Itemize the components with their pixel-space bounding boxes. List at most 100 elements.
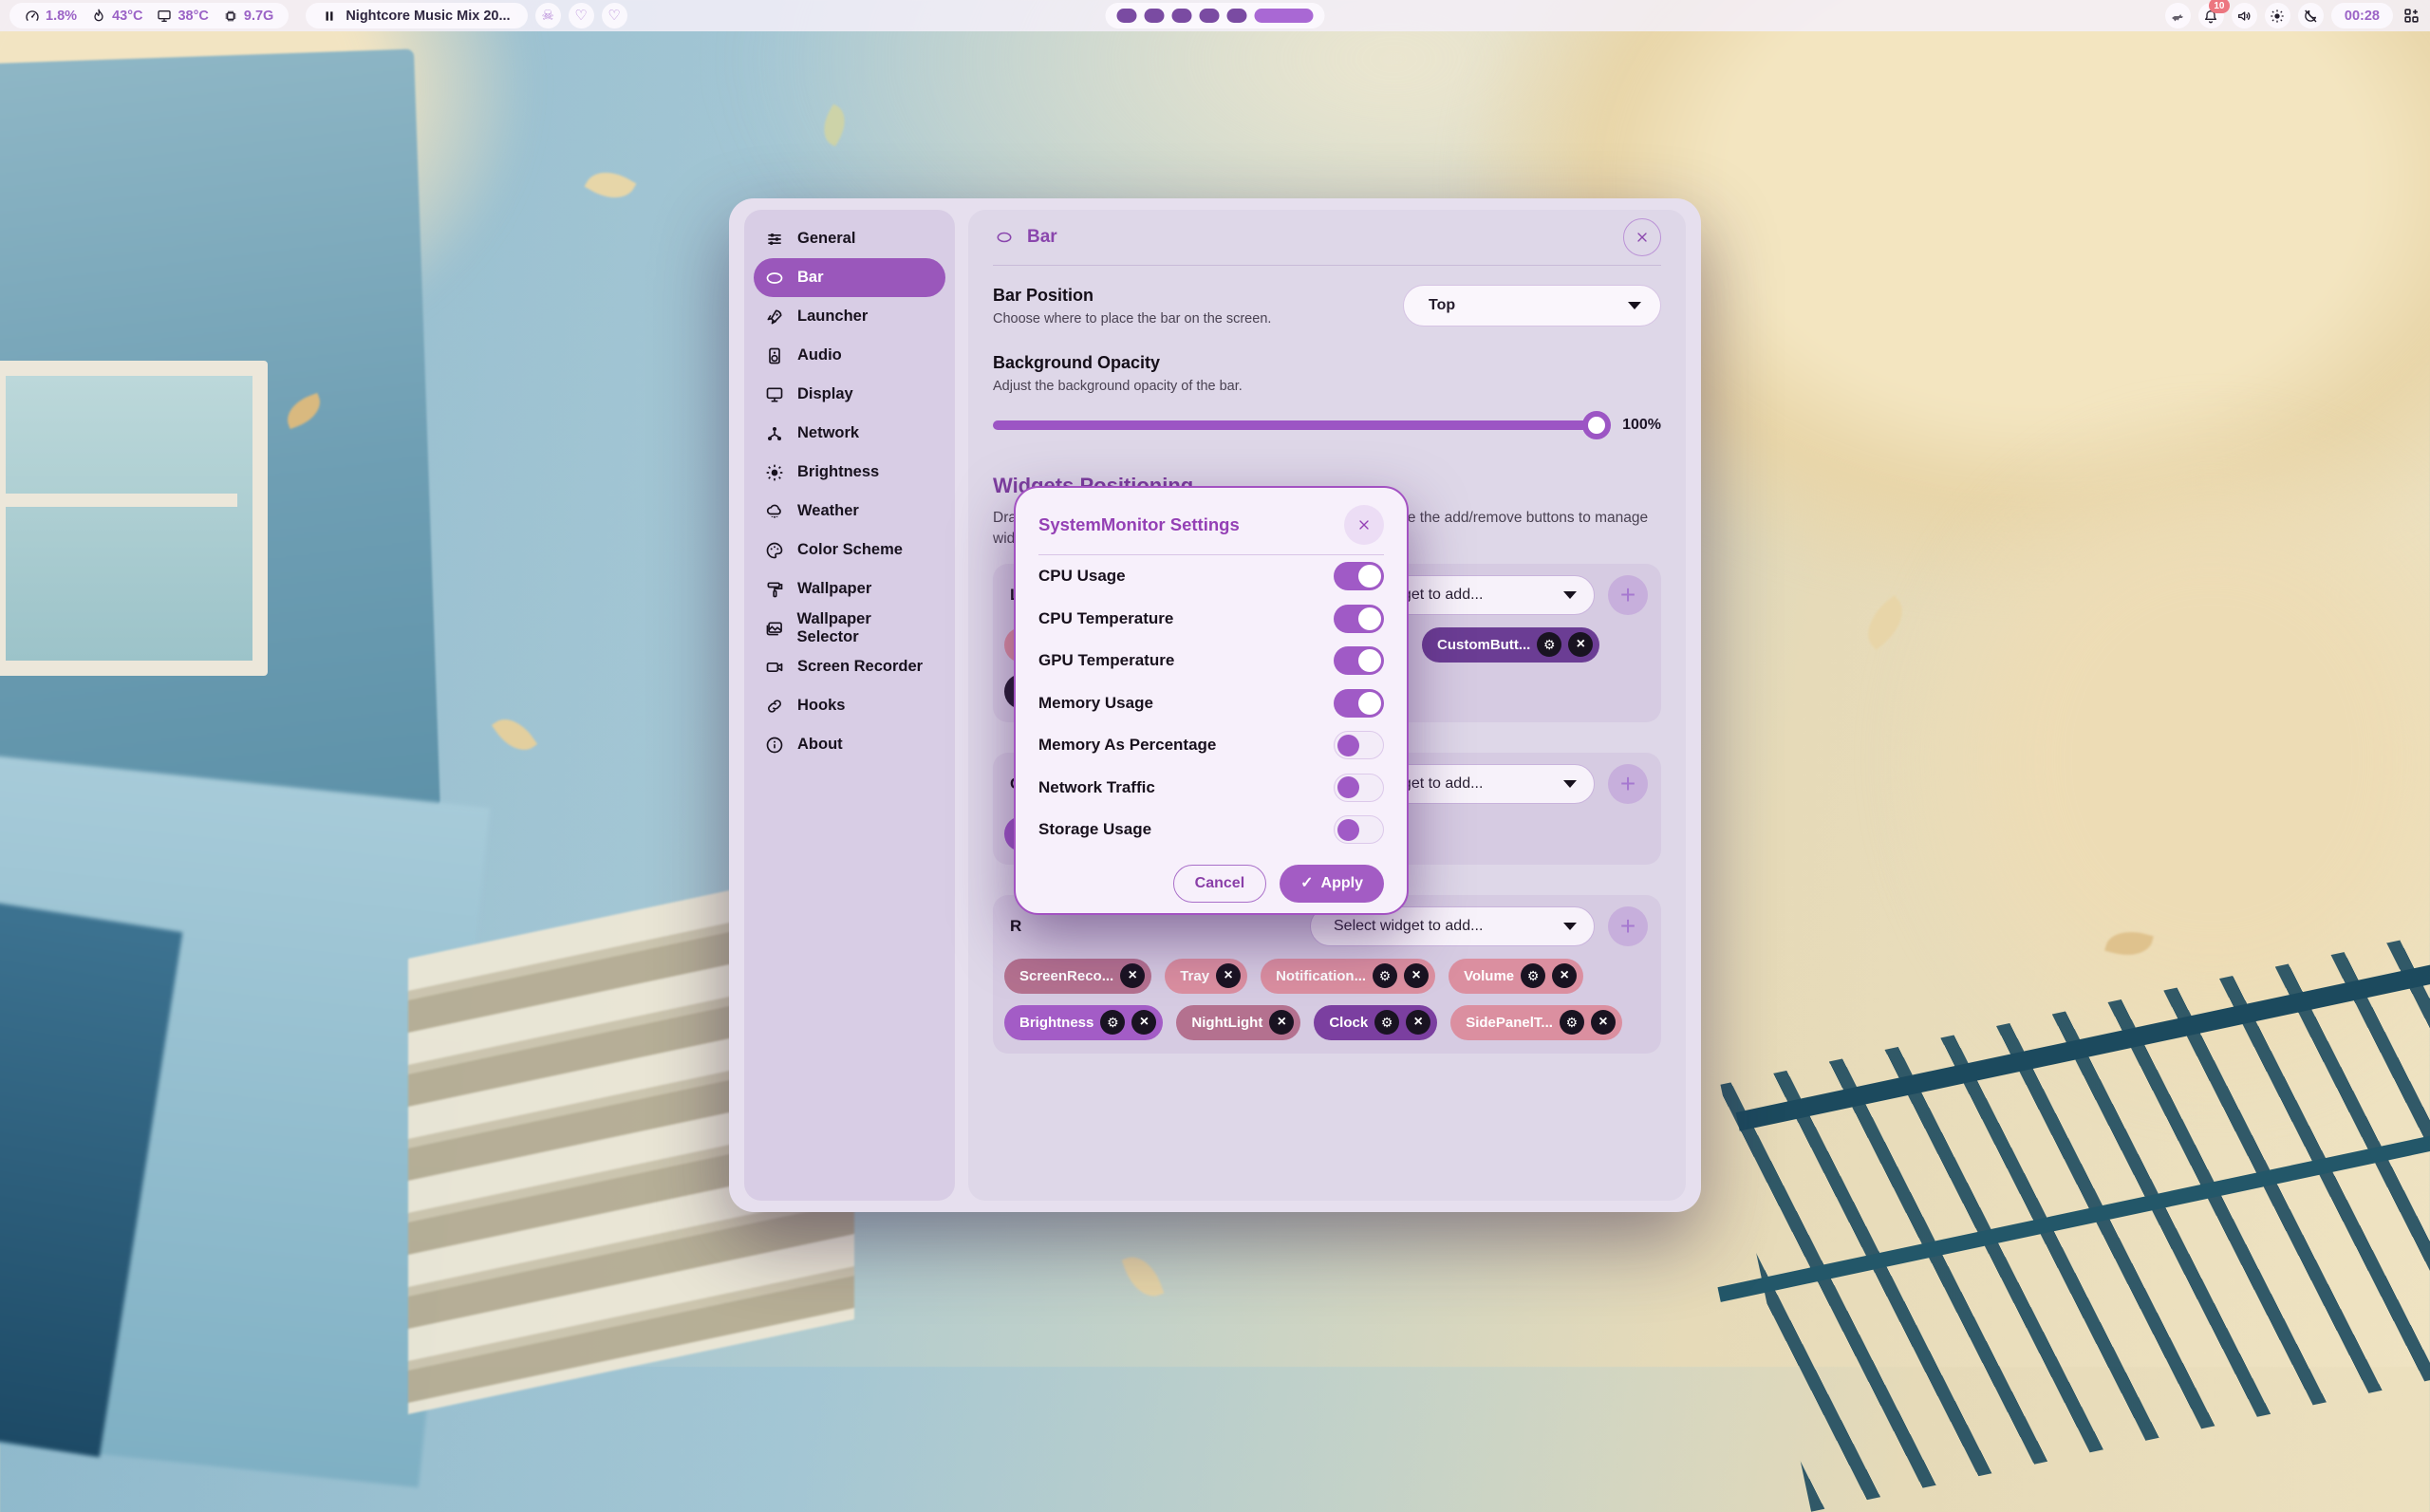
remove-widget-button[interactable]: ×: [1552, 963, 1577, 988]
media-player-module[interactable]: Nightcore Music Mix 20...: [306, 3, 527, 28]
toggle-row: Memory As Percentage: [1038, 724, 1384, 767]
close-modal-button[interactable]: [1344, 505, 1384, 545]
skull-button[interactable]: ☠: [535, 3, 561, 28]
background-opacity-block: Background Opacity Adjust the background…: [993, 353, 1661, 439]
widget-chip-label: Tray: [1180, 968, 1209, 984]
toggle-switch-storage-usage[interactable]: [1334, 815, 1384, 844]
toggle-switch-network-traffic[interactable]: [1334, 774, 1384, 802]
workspace-dot[interactable]: [1227, 9, 1247, 23]
sun-icon: [2270, 9, 2285, 24]
workspace-dot[interactable]: [1117, 9, 1137, 23]
stat-value: 9.7G: [244, 9, 273, 24]
gear-icon[interactable]: ⚙: [1373, 963, 1397, 988]
sidebar-item-hooks[interactable]: Hooks: [754, 686, 945, 725]
sidebar-item-wallpaper-selector[interactable]: Wallpaper Selector: [754, 608, 945, 647]
sidebar-item-label: Display: [797, 385, 853, 403]
sun-button[interactable]: [2265, 3, 2290, 28]
cat-button[interactable]: [2165, 3, 2191, 28]
sidebar-item-launcher[interactable]: Launcher: [754, 297, 945, 336]
remove-widget-button[interactable]: ×: [1269, 1010, 1294, 1035]
sidebar-item-brightness[interactable]: Brightness: [754, 453, 945, 492]
add-widget-button[interactable]: +: [1608, 906, 1648, 946]
moon-off-icon: [2303, 9, 2318, 24]
modal-title: SystemMonitor Settings: [1038, 514, 1240, 535]
workspace-dot[interactable]: [1172, 9, 1192, 23]
remove-widget-button[interactable]: ×: [1404, 963, 1429, 988]
widget-chip[interactable]: Tray ×: [1165, 959, 1247, 994]
workspace-dot[interactable]: [1255, 9, 1314, 23]
wallpaper-leaf: [585, 162, 637, 209]
cat-icon: [2170, 9, 2185, 24]
dashboard-launcher-icon[interactable]: [2402, 7, 2421, 25]
workspace-dot[interactable]: [1145, 9, 1165, 23]
bell-button[interactable]: 10: [2198, 3, 2224, 28]
widget-chip[interactable]: ScreenReco... ×: [1004, 959, 1151, 994]
background-opacity-label: Background Opacity: [993, 353, 1661, 373]
desktop: { "colors": { "accent": "#9c55c4", "acce…: [0, 0, 2430, 1367]
widget-chip[interactable]: Notification... ⚙ ×: [1261, 959, 1435, 994]
toggle-label: Network Traffic: [1038, 778, 1155, 797]
close-window-button[interactable]: [1623, 218, 1661, 256]
modal-toggle-list: CPU UsageCPU TemperatureGPU TemperatureM…: [1038, 555, 1384, 851]
toggle-switch-memory-as-percentage[interactable]: [1334, 731, 1384, 759]
moon-off-button[interactable]: [2298, 3, 2324, 28]
widget-chip[interactable]: Clock⚙×: [1314, 1005, 1437, 1040]
remove-widget-button[interactable]: ×: [1120, 963, 1145, 988]
background-opacity-description: Adjust the background opacity of the bar…: [993, 379, 1661, 394]
widget-chip-row: ScreenReco...×Tray×Notification...⚙×Volu…: [1004, 959, 1648, 994]
sidebar-item-color-scheme[interactable]: Color Scheme: [754, 531, 945, 569]
gear-icon[interactable]: ⚙: [1374, 1010, 1399, 1035]
heart-button[interactable]: ♡: [569, 3, 594, 28]
heart-button[interactable]: ♡: [602, 3, 627, 28]
sidebar-item-network[interactable]: Network: [754, 414, 945, 453]
remove-widget-button[interactable]: ×: [1216, 963, 1241, 988]
toggle-row: Network Traffic: [1038, 767, 1384, 810]
opacity-slider-track[interactable]: [993, 420, 1590, 430]
clock-module[interactable]: 00:28: [2331, 3, 2393, 28]
workspace-dot[interactable]: [1200, 9, 1220, 23]
remove-widget-button[interactable]: ×: [1131, 1010, 1156, 1035]
stat-value: 43°C: [112, 9, 142, 24]
widget-chip-label: ScreenReco...: [1019, 968, 1113, 984]
toggle-switch-cpu-usage[interactable]: [1334, 562, 1384, 590]
sidebar-item-display[interactable]: Display: [754, 375, 945, 414]
opacity-slider-handle[interactable]: [1582, 411, 1611, 439]
remove-widget-button[interactable]: ×: [1568, 632, 1593, 657]
add-widget-button[interactable]: +: [1608, 575, 1648, 615]
toggle-row: GPU Temperature: [1038, 640, 1384, 682]
system-stats-module[interactable]: 1.8%43°C38°C9.7G: [9, 3, 289, 28]
sidebar-item-weather[interactable]: Weather: [754, 492, 945, 531]
widget-chip[interactable]: NightLight×: [1176, 1005, 1300, 1040]
stat-item: 43°C: [91, 9, 142, 24]
toggle-switch-memory-usage[interactable]: [1334, 689, 1384, 718]
remove-widget-button[interactable]: ×: [1591, 1010, 1616, 1035]
widget-chip-label: Notification...: [1276, 968, 1366, 984]
gear-icon[interactable]: ⚙: [1521, 963, 1545, 988]
gear-icon[interactable]: ⚙: [1560, 1010, 1584, 1035]
apply-button[interactable]: ✓ Apply: [1280, 865, 1384, 903]
remove-widget-button[interactable]: ×: [1406, 1010, 1430, 1035]
workspace-indicator[interactable]: [1106, 3, 1325, 28]
bar-position-select[interactable]: Top: [1403, 285, 1661, 327]
heart-icon: ♡: [574, 9, 587, 23]
widget-chip[interactable]: Volume⚙×: [1449, 959, 1583, 994]
sidebar-item-bar[interactable]: Bar: [754, 258, 945, 297]
widget-chip[interactable]: Brightness⚙×: [1004, 1005, 1163, 1040]
widget-chip[interactable]: SidePanelT...⚙×: [1450, 1005, 1622, 1040]
sidebar-item-general[interactable]: General: [754, 219, 945, 258]
wallpaper-leaf: [492, 710, 537, 759]
sidebar-item-wallpaper[interactable]: Wallpaper: [754, 569, 945, 608]
speaker-button[interactable]: [2232, 3, 2257, 28]
gear-icon[interactable]: ⚙: [1100, 1010, 1125, 1035]
toggle-switch-gpu-temperature[interactable]: [1334, 646, 1384, 675]
sidebar-item-audio[interactable]: Audio: [754, 336, 945, 375]
pause-icon[interactable]: [323, 9, 336, 23]
sidebar-item-screen-recorder[interactable]: Screen Recorder: [754, 647, 945, 686]
gear-icon[interactable]: ⚙: [1537, 632, 1561, 657]
cancel-button[interactable]: Cancel: [1173, 865, 1266, 903]
widget-chip[interactable]: CustomButt...⚙×: [1422, 627, 1599, 663]
sidebar-item-about[interactable]: About: [754, 725, 945, 764]
skull-icon: ☠: [541, 9, 553, 23]
add-widget-button[interactable]: +: [1608, 764, 1648, 804]
toggle-switch-cpu-temperature[interactable]: [1334, 605, 1384, 633]
